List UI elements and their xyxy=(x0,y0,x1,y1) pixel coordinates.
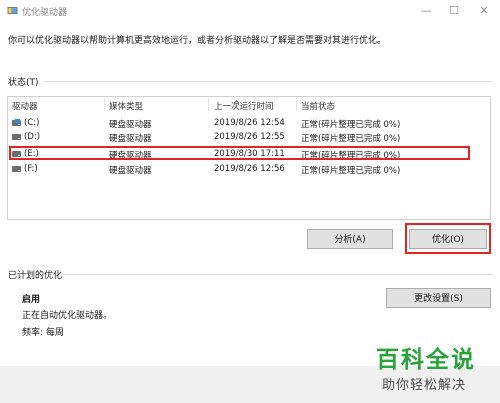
description-text: 你可以优化驱动器以帮助计算机更高效地运行，或者分析驱动器以了解是否需要对其进行优… xyxy=(8,36,387,46)
schedule-state: 启用 xyxy=(22,295,41,305)
drive-status: 正常(碎片整理已完成 0%) xyxy=(301,120,401,130)
last-run-time: 2019/8/26 12:56 xyxy=(214,164,285,174)
hard-drive-icon xyxy=(12,134,21,140)
system-drive-icon xyxy=(12,119,21,126)
analyze-button[interactable]: 分析(A) xyxy=(307,229,393,249)
column-header-media[interactable]: 媒体类型 xyxy=(109,100,143,112)
defrag-app-icon xyxy=(7,7,18,14)
column-header-status[interactable]: 当前状态 xyxy=(301,100,335,112)
table-row-drive-c[interactable]: (C:) 硬盘驱动器 2019/8/26 12:54 正常(碎片整理已完成 0%… xyxy=(8,117,490,130)
close-icon[interactable]: ✕ xyxy=(470,2,498,20)
last-run-time: 2019/8/26 12:55 xyxy=(214,132,285,142)
optimize-button-highlight xyxy=(405,223,491,254)
media-type: 硬盘驱动器 xyxy=(109,134,152,144)
table-row-drive-d[interactable]: (D:) 硬盘驱动器 2019/8/26 12:55 正常(碎片整理已完成 0%… xyxy=(8,131,490,144)
watermark-logo: 百科全说 助你轻松解决 xyxy=(370,340,495,396)
status-divider xyxy=(44,81,492,82)
scheduled-divider xyxy=(64,274,492,275)
watermark-title: 百科全说 xyxy=(376,347,476,373)
drive-name: (F:) xyxy=(24,164,38,174)
drive-list-header: 驱动器 媒体类型 ^ 上一次运行时间 当前状态 xyxy=(8,97,490,112)
media-type: 硬盘驱动器 xyxy=(109,166,152,176)
column-header-last-run[interactable]: 上一次运行时间 xyxy=(214,100,274,112)
media-type: 硬盘驱动器 xyxy=(109,120,152,130)
watermark-subtitle: 助你轻松解决 xyxy=(382,378,467,393)
drive-name: (C:) xyxy=(24,118,40,128)
schedule-detail: 正在自动优化驱动器。 xyxy=(22,311,113,321)
drive-status: 正常(碎片整理已完成 0%) xyxy=(301,134,401,144)
status-section-label: 状态(T) xyxy=(8,78,39,88)
schedule-frequency: 频率: 每周 xyxy=(22,328,64,338)
drive-status: 正常(碎片整理已完成 0%) xyxy=(301,166,401,176)
last-run-time: 2019/8/26 12:54 xyxy=(214,118,285,128)
change-settings-button[interactable]: 更改设置(S) xyxy=(386,288,491,308)
window-title: 优化驱动器 xyxy=(22,8,68,18)
column-header-drive[interactable]: 驱动器 xyxy=(12,100,38,112)
minimize-icon[interactable]: — xyxy=(412,2,440,20)
column-separator[interactable] xyxy=(104,98,105,111)
title-bar: 优化驱动器 — ☐ ✕ xyxy=(0,0,500,22)
drive-name: (D:) xyxy=(24,132,41,142)
column-separator[interactable] xyxy=(296,98,297,111)
maximize-icon[interactable]: ☐ xyxy=(440,2,468,20)
hard-drive-icon xyxy=(12,166,21,172)
scheduled-optimization-label: 已计划的优化 xyxy=(8,271,63,281)
column-separator[interactable] xyxy=(208,98,209,111)
selected-row-highlight xyxy=(9,146,470,160)
table-row-drive-f[interactable]: (F:) 硬盘驱动器 2019/8/26 12:56 正常(碎片整理已完成 0%… xyxy=(8,163,490,176)
